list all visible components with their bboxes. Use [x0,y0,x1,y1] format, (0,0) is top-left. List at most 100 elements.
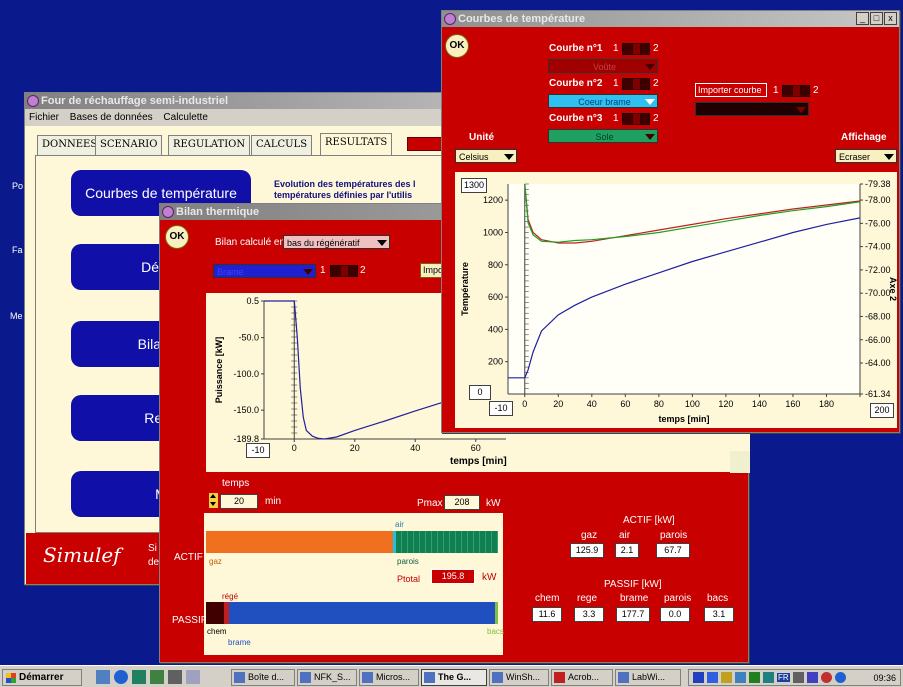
y2-axis-label: Axe 2 [888,277,897,301]
y2-tick-label: -72.00 [865,265,891,275]
y2-tick-label: -68.00 [865,311,891,321]
toggle-left-label: 1 [320,265,326,276]
y2-tick-label: -79.38 [865,179,891,189]
y2-tick-label: -76.00 [865,218,891,228]
courbe2-select[interactable]: Coeur brame [548,94,658,108]
results-description: Evolution des températures des l tempéra… [274,179,416,200]
passif-value-rege: 3.3 [574,607,604,622]
minimize-button[interactable]: _ [856,12,869,25]
x-tick-label: 180 [819,399,834,409]
labwindows-icon [618,672,629,683]
tray-icon[interactable] [693,672,704,683]
temp-xmin-box[interactable]: -10 [489,401,513,416]
affichage-select[interactable]: Ecraser [835,149,897,163]
temps-input[interactable]: 20 [220,494,258,509]
ie-icon[interactable] [114,670,128,684]
import-toggle[interactable] [782,85,810,97]
series-toggle[interactable] [330,265,358,277]
chevron-down-icon [645,134,655,140]
app-icon [162,206,174,218]
tray-icon[interactable] [735,672,746,683]
y-tick-label: 1200 [483,195,503,205]
courbe2-toggle[interactable] [622,78,650,90]
passif-value-chem: 11.6 [532,607,562,622]
menu-bases-de-donnees[interactable]: Bases de données [70,112,153,123]
ok-button[interactable]: OK [165,225,189,249]
taskbar-item[interactable]: NFK_S... [297,669,357,686]
courbes-window-titlebar[interactable]: Courbes de température [442,11,899,27]
tab-calculs[interactable]: CALCULS [251,135,313,155]
taskbar-item[interactable]: WinSh... [489,669,549,686]
tray-icon[interactable] [806,672,818,683]
taskbar-item[interactable]: Acrob... [551,669,613,686]
temps-spinner[interactable] [209,493,218,508]
bilan-xmin-box[interactable]: -10 [246,443,270,458]
tray-icon[interactable] [721,672,732,683]
temps-unit: min [265,496,282,507]
start-label: Démarrer [19,672,64,683]
bilan-location-select[interactable]: bas du régénératif [283,235,390,249]
taskbar-item[interactable]: Boîte d... [231,669,295,686]
monitor-icon[interactable] [132,670,146,684]
network-icon[interactable] [763,672,774,683]
chevron-down-icon [377,240,387,246]
importer-courbe-button[interactable]: Importer courbe [695,83,767,97]
courbe1-toggle[interactable] [622,43,650,55]
tab-donnees[interactable]: DONNEES [37,135,103,155]
chevron-down-icon [645,64,655,70]
taskbar-item-label: Acrob... [568,672,600,682]
temp-ymin-box[interactable]: 0 [469,385,491,400]
tray-icon[interactable] [834,672,846,683]
simulef-logo: Simulef [43,543,121,567]
ok-button[interactable]: OK [445,34,469,58]
x-tick-label: 60 [620,399,630,409]
tab-scenario[interactable]: SCENARIO [95,135,163,155]
bilan-series-select[interactable]: Brame [213,264,316,278]
toggle-right-label: 2 [653,113,659,124]
x-tick-label: 0 [522,399,527,409]
tray-icon[interactable] [707,672,718,683]
taskbar-item[interactable]: Micros... [359,669,419,686]
x-tick-label: 140 [752,399,767,409]
courbe3-toggle[interactable] [622,113,650,125]
actif-header-gaz: gaz [581,530,598,541]
volume-icon[interactable] [792,672,804,683]
passif-bar [206,602,498,624]
close-button[interactable]: x [884,12,897,25]
tab-resultats[interactable]: RESULTATS [320,133,393,155]
temp-xmax-box[interactable]: 200 [870,403,894,418]
actif-header-parois: parois [660,530,688,541]
taskbar-item-label: NFK_S... [314,672,351,682]
passif-header-rege: rege [577,593,598,604]
y2-tick-label: -70.00 [865,288,891,298]
app-icon[interactable] [168,670,182,684]
tray-icon[interactable] [820,672,832,683]
passif-header-bacs: bacs [707,593,729,604]
menu-fichier[interactable]: Fichier [29,112,59,123]
taskbar-item[interactable]: The G... [421,669,487,686]
start-button[interactable]: Démarrer [2,669,82,686]
desktop-icon[interactable] [96,670,110,684]
taskbar-item[interactable]: LabWi... [615,669,681,686]
passif-chem-segment [206,602,224,624]
courbe1-select[interactable]: Voûte [548,59,658,73]
search-icon[interactable] [186,670,200,684]
maximize-button[interactable]: □ [870,12,883,25]
tab-regulation[interactable]: REGULATION [168,135,251,155]
taskbar: Démarrer Boîte d... NFK_S... Micros... T… [0,665,903,687]
pmax-input[interactable]: 208 [444,495,480,510]
actif-value-air: 2.1 [615,543,639,558]
tray-icon[interactable] [749,672,760,683]
bilan-window-title: Bilan thermique [176,206,260,218]
import-select[interactable] [695,102,809,116]
language-indicator[interactable]: FR [777,673,790,682]
main-window-titlebar[interactable]: Four de réchauffage semi-industriel [25,93,443,109]
menu-calculette[interactable]: Calculette [163,112,207,123]
unite-select[interactable]: Celsius [455,149,517,163]
x-tick-label: 20 [553,399,563,409]
courbe3-select[interactable]: Sole [548,129,658,143]
chevron-down-icon [645,99,655,105]
temp-ymax-box[interactable]: 1300 [461,178,487,193]
passif-header-brame: brame [620,593,649,604]
grid-icon[interactable] [150,670,164,684]
